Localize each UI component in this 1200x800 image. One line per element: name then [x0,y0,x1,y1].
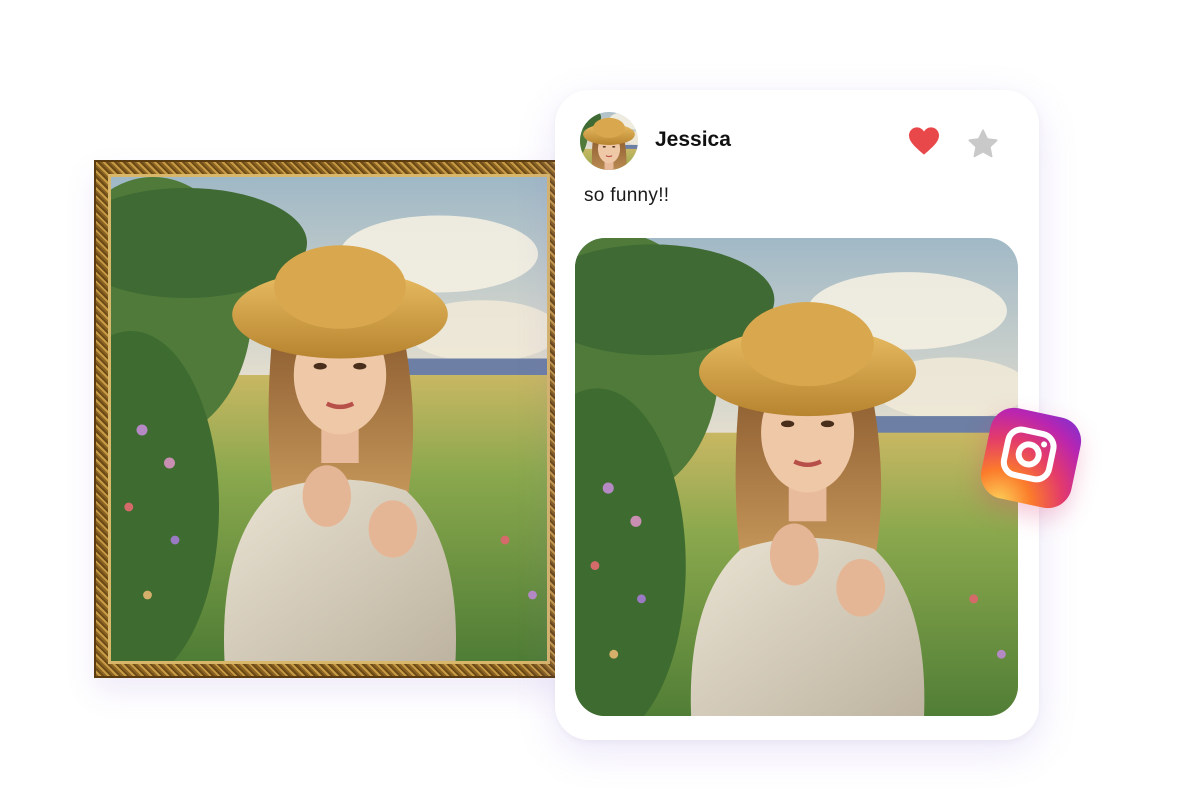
user-name[interactable]: Jessica [655,128,731,152]
instagram-camera-outline [997,423,1060,486]
framed-painting [94,160,564,678]
like-button[interactable] [907,126,941,156]
instagram-camera-lens [1013,439,1045,470]
avatar[interactable] [580,112,638,170]
instagram-camera-dot [1040,440,1048,448]
post-caption: so funny!! [584,185,670,206]
social-post-card: Jessica so funny!! [555,90,1039,740]
heart-icon [909,127,939,155]
post-image[interactable] [575,238,1018,716]
star-icon [968,129,998,158]
painting-image [108,174,550,664]
instagram-icon [976,403,1086,513]
favorite-button[interactable] [967,128,999,160]
